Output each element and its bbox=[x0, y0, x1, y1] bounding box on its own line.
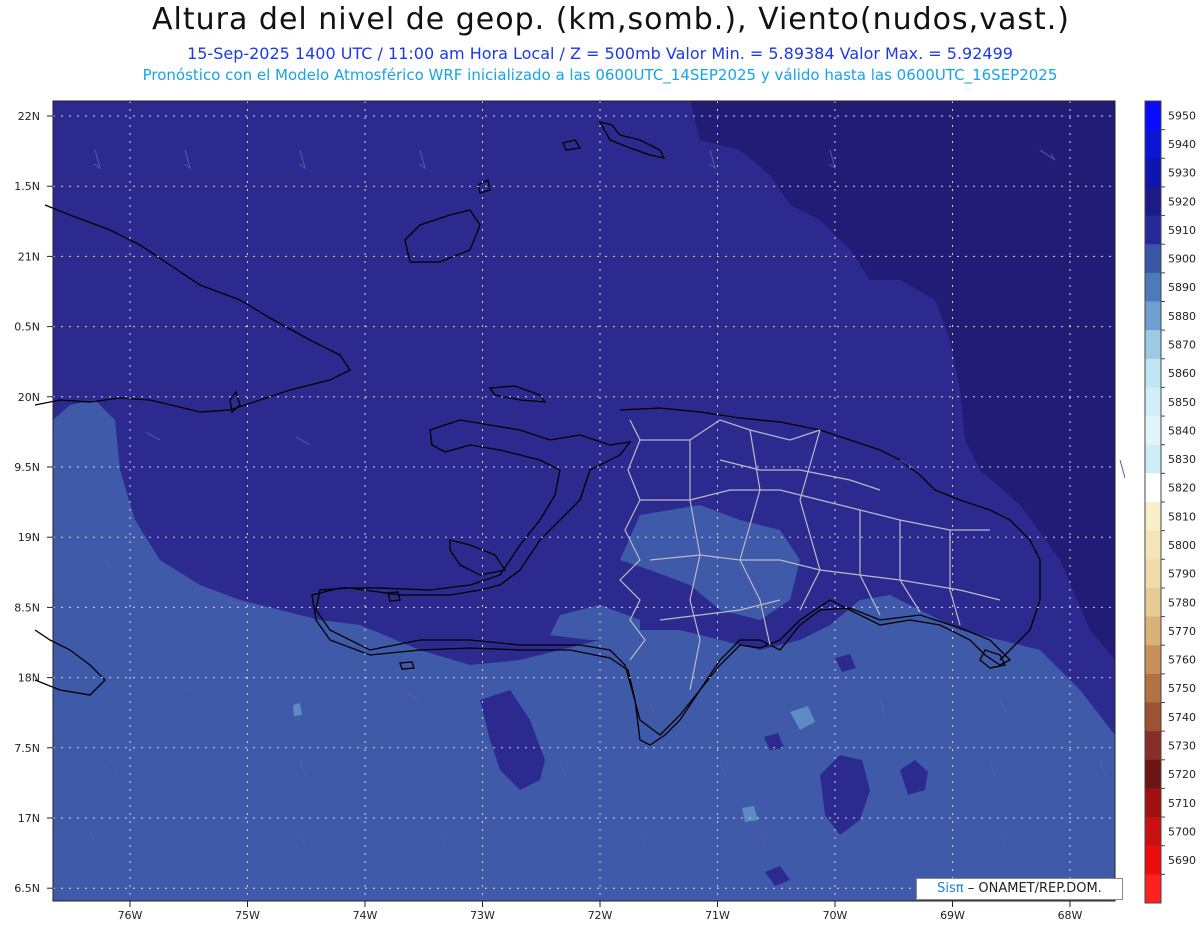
lat-tick-label: 20N bbox=[18, 391, 40, 404]
colorbar-label: 5780 bbox=[1168, 596, 1196, 609]
lat-tick-label: 22N bbox=[18, 110, 40, 123]
map-title: Altura del nivel de geop. (km,somb.), Vi… bbox=[152, 2, 1070, 37]
lon-tick-label: 71W bbox=[705, 909, 730, 922]
lon-tick-label: 75W bbox=[235, 909, 260, 922]
colorbar-label: 5730 bbox=[1168, 739, 1196, 752]
colorbar-swatch bbox=[1145, 244, 1161, 274]
colorbar: 5950 5940 5930 5920 5910 5900 5890 5880 5870 5860… bbox=[1144, 100, 1196, 904]
colorbar-label: 5790 bbox=[1168, 568, 1196, 581]
colorbar-label: 5750 bbox=[1168, 682, 1196, 695]
colorbar-swatch bbox=[1145, 530, 1161, 560]
lat-tick-label: 1.5N bbox=[14, 180, 40, 193]
longitude-axis: 76W 75W 74W 73W 72W 71W 70W 69W 68W bbox=[118, 901, 1083, 922]
colorbar-swatch bbox=[1145, 158, 1161, 188]
colorbar-swatch bbox=[1145, 358, 1161, 388]
latitude-axis: 22N 1.5N 21N 0.5N 20N 9.5N 19N 8.5N 18N 7.5N 17N 6.… bbox=[14, 110, 53, 895]
lon-tick-label: 69W bbox=[940, 909, 965, 922]
colorbar-label: 5870 bbox=[1168, 338, 1196, 351]
colorbar-swatch bbox=[1145, 473, 1161, 503]
lat-tick-label: 21N bbox=[18, 250, 40, 263]
colorbar-swatch bbox=[1145, 101, 1161, 131]
colorbar-swatch bbox=[1145, 186, 1161, 217]
colorbar-label: 5900 bbox=[1168, 253, 1196, 266]
colorbar-swatch bbox=[1145, 731, 1161, 761]
colorbar-swatch bbox=[1145, 759, 1161, 789]
colorbar-label: 5830 bbox=[1168, 453, 1196, 466]
colorbar-swatch bbox=[1145, 444, 1161, 474]
colorbar-swatch bbox=[1145, 616, 1161, 646]
colorbar-swatch bbox=[1145, 215, 1161, 245]
colorbar-swatch bbox=[1145, 874, 1161, 904]
colorbar-label: 5740 bbox=[1168, 711, 1196, 724]
colorbar-swatch bbox=[1145, 559, 1161, 589]
colorbar-label: 5940 bbox=[1168, 138, 1196, 151]
map-subtitle-time: 15-Sep-2025 1400 UTC / 11:00 am Hora Loc… bbox=[187, 44, 1013, 63]
colorbar-label: 5710 bbox=[1168, 797, 1196, 810]
colorbar-label: 5760 bbox=[1168, 654, 1196, 667]
lon-tick-label: 74W bbox=[353, 909, 378, 922]
lat-tick-label: 0.5N bbox=[14, 321, 40, 334]
colorbar-label: 5920 bbox=[1168, 195, 1196, 208]
colorbar-label: 5880 bbox=[1168, 310, 1196, 323]
colorbar-swatch bbox=[1145, 129, 1161, 159]
lon-tick-label: 76W bbox=[118, 909, 143, 922]
lon-tick-label: 68W bbox=[1058, 909, 1083, 922]
lat-tick-label: 9.5N bbox=[14, 461, 40, 474]
credit-box: Sisπ – ONAMET/REP.DOM. bbox=[916, 878, 1123, 900]
lon-tick-label: 72W bbox=[588, 909, 613, 922]
lat-tick-label: 8.5N bbox=[14, 601, 40, 614]
colorbar-swatch bbox=[1145, 502, 1161, 532]
lat-tick-label: 19N bbox=[18, 531, 40, 544]
colorbar-swatch bbox=[1145, 673, 1161, 703]
colorbar-label: 5810 bbox=[1168, 510, 1196, 523]
lat-tick-label: 7.5N bbox=[14, 742, 40, 755]
colorbar-swatch bbox=[1145, 845, 1161, 875]
colorbar-label: 5860 bbox=[1168, 367, 1196, 380]
lat-tick-label: 6.5N bbox=[14, 882, 40, 895]
colorbar-label: 5840 bbox=[1168, 424, 1196, 437]
colorbar-label: 5820 bbox=[1168, 482, 1196, 495]
colorbar-swatch bbox=[1145, 645, 1161, 675]
sispi-logo: Sisπ bbox=[937, 881, 964, 896]
colorbar-label: 5690 bbox=[1168, 854, 1196, 867]
colorbar-swatch bbox=[1145, 272, 1161, 302]
colorbar-label: 5800 bbox=[1168, 539, 1196, 552]
lat-tick-label: 17N bbox=[18, 812, 40, 825]
lon-tick-label: 70W bbox=[823, 909, 848, 922]
colorbar-swatch bbox=[1145, 702, 1161, 732]
colorbar-swatch bbox=[1145, 330, 1161, 360]
colorbar-swatch bbox=[1145, 301, 1161, 331]
colorbar-label: 5930 bbox=[1168, 167, 1196, 180]
colorbar-swatch bbox=[1145, 788, 1161, 818]
lon-tick-label: 73W bbox=[470, 909, 495, 922]
colorbar-swatch bbox=[1145, 587, 1161, 618]
colorbar-swatch bbox=[1145, 387, 1161, 417]
lat-tick-label: 18N bbox=[18, 672, 40, 685]
forecast-map: 22N 1.5N 21N 0.5N 20N 9.5N 19N 8.5N 18N 7.5N 17N 6.… bbox=[14, 100, 1196, 922]
colorbar-label: 5770 bbox=[1168, 625, 1196, 638]
map-subtitle-model: Pronóstico con el Modelo Atmosférico WRF… bbox=[142, 66, 1058, 84]
colorbar-label: 5890 bbox=[1168, 281, 1196, 294]
colorbar-swatch bbox=[1145, 817, 1161, 847]
colorbar-label: 5850 bbox=[1168, 396, 1196, 409]
credit-text: – ONAMET/REP.DOM. bbox=[967, 881, 1102, 896]
colorbar-label: 5720 bbox=[1168, 768, 1196, 781]
colorbar-label: 5910 bbox=[1168, 224, 1196, 237]
colorbar-label: 5950 bbox=[1168, 109, 1196, 122]
colorbar-swatch bbox=[1145, 416, 1161, 446]
colorbar-label: 5700 bbox=[1168, 825, 1196, 838]
